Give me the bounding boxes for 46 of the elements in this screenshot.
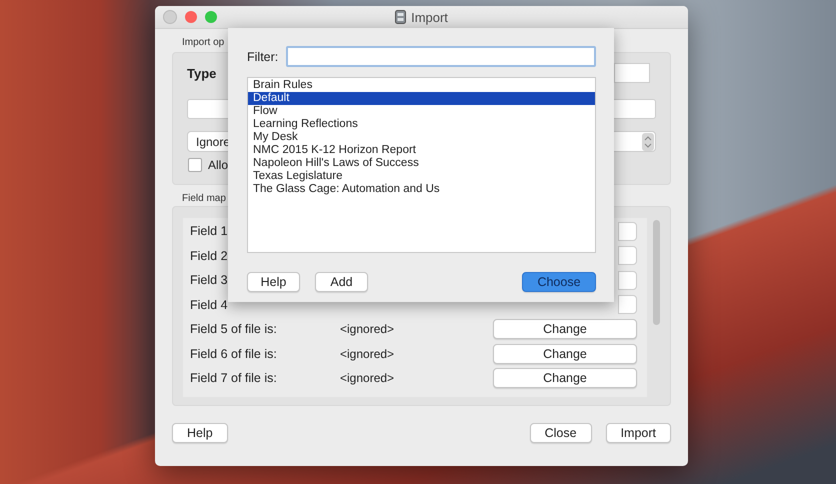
list-item[interactable]: Napoleon Hill's Laws of Success bbox=[248, 157, 595, 170]
import-button[interactable]: Import bbox=[606, 423, 671, 443]
list-item[interactable]: Brain Rules bbox=[248, 79, 595, 92]
help-button[interactable]: Help bbox=[172, 423, 228, 443]
field-value: <ignored> bbox=[340, 322, 396, 336]
field-label: Field 6 of file is: bbox=[190, 346, 278, 361]
field-value: <ignored> bbox=[340, 346, 396, 361]
field-value: <ignored> bbox=[340, 371, 396, 386]
change-button[interactable]: Change bbox=[493, 344, 637, 364]
filter-label: Filter: bbox=[247, 50, 278, 64]
checkbox[interactable] bbox=[188, 158, 202, 172]
choose-button[interactable]: Choose bbox=[522, 272, 596, 292]
change-button[interactable] bbox=[618, 246, 637, 266]
scrollbar[interactable] bbox=[653, 220, 660, 325]
document-icon bbox=[395, 10, 406, 24]
close-icon[interactable] bbox=[185, 11, 197, 23]
field-label: Field 1 bbox=[190, 224, 228, 238]
list-item[interactable]: Texas Legislature bbox=[248, 170, 595, 183]
change-button[interactable] bbox=[618, 270, 637, 290]
field-label: Field 7 of file is: bbox=[190, 371, 278, 386]
list-item[interactable]: Default bbox=[248, 92, 595, 105]
list-item[interactable]: My Desk bbox=[248, 131, 595, 144]
text-field[interactable] bbox=[614, 63, 650, 83]
list-item[interactable]: NMC 2015 K-12 Horizon Report bbox=[248, 144, 595, 157]
change-button[interactable] bbox=[618, 222, 637, 241]
filter-field[interactable] bbox=[286, 46, 596, 67]
list-item[interactable]: Learning Reflections bbox=[248, 118, 595, 131]
group-label: Field map bbox=[182, 193, 227, 204]
field-label: Field 2 bbox=[190, 248, 228, 263]
change-button[interactable] bbox=[618, 295, 637, 314]
help-button[interactable]: Help bbox=[247, 272, 300, 292]
group-label: Import op bbox=[182, 37, 226, 48]
add-button[interactable]: Add bbox=[315, 272, 368, 292]
window-control-icon[interactable] bbox=[163, 10, 177, 24]
checkbox-label: Allo bbox=[208, 158, 228, 172]
field-label: Field 5 of file is: bbox=[190, 322, 278, 336]
list-item[interactable]: The Glass Cage: Automation and Us bbox=[248, 183, 595, 196]
field-label: Field 3 bbox=[190, 273, 228, 288]
type-label: Type bbox=[187, 66, 216, 80]
close-button[interactable]: Close bbox=[530, 423, 592, 443]
change-button[interactable]: Change bbox=[493, 368, 637, 388]
field-label: Field 4 bbox=[190, 298, 228, 312]
zoom-icon[interactable] bbox=[205, 11, 217, 23]
window-title: Import bbox=[411, 10, 448, 24]
change-button[interactable]: Change bbox=[493, 319, 637, 340]
list-item[interactable]: Flow bbox=[248, 105, 595, 118]
